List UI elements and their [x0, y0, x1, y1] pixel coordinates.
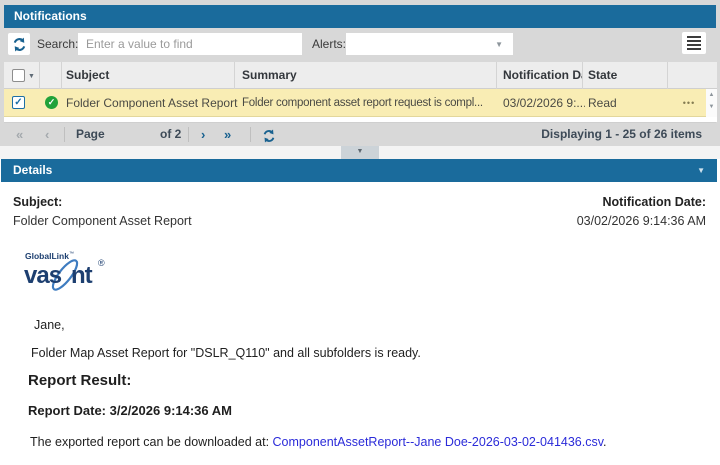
- refresh-button[interactable]: [8, 33, 30, 55]
- splitter-collapse-icon: ▼: [357, 148, 364, 155]
- scroll-up-icon[interactable]: ▲: [706, 92, 717, 98]
- status-column-header[interactable]: [40, 62, 62, 89]
- column-menu-arrow-icon[interactable]: ▼: [28, 63, 35, 89]
- details-panel-header[interactable]: Details ▼: [1, 159, 717, 182]
- vasont-logo: GlobalLink ™ vas nt ®: [22, 244, 122, 300]
- logo-product-left: vas: [24, 262, 62, 289]
- search-input[interactable]: [78, 33, 302, 55]
- refresh-icon: [12, 37, 27, 52]
- download-prefix-text: The exported report can be downloaded at…: [30, 435, 273, 449]
- hamburger-icon: [687, 36, 701, 50]
- message-greeting: Jane,: [34, 318, 65, 332]
- column-header-notification-date[interactable]: Notification Date: [497, 62, 583, 89]
- logo-brand-text: GlobalLink: [25, 251, 69, 261]
- splitter-collapse-handle[interactable]: ▼: [341, 146, 379, 159]
- download-line: The exported report can be downloaded at…: [30, 435, 607, 449]
- search-label: Search:: [37, 33, 78, 55]
- prev-page-button[interactable]: ‹: [45, 123, 49, 147]
- row-notification-date: 03/02/2026 9:...: [503, 89, 585, 117]
- table-row[interactable]: ✓ ✓ Folder Component Asset Report Folder…: [4, 89, 706, 117]
- subject-field-value: Folder Component Asset Report: [13, 214, 192, 228]
- pagination-bar: « ‹ Page of 2 › » Displaying 1 - 25 of 2…: [4, 122, 716, 146]
- refresh-icon: [262, 129, 276, 143]
- alerts-dropdown[interactable]: ▼: [346, 33, 513, 55]
- row-subject: Folder Component Asset Report: [66, 89, 242, 117]
- page-label: Page: [76, 123, 105, 147]
- notifications-title: Notifications: [14, 9, 87, 23]
- column-header-summary[interactable]: Summary: [235, 62, 497, 89]
- next-page-button[interactable]: ›: [201, 123, 205, 147]
- chevron-down-icon: ▼: [495, 40, 503, 49]
- details-title: Details: [13, 163, 52, 177]
- row-summary: Folder component asset report request is…: [242, 89, 505, 117]
- notifications-panel-header: Notifications: [4, 5, 716, 28]
- message-body: Folder Map Asset Report for "DSLR_Q110" …: [31, 346, 421, 360]
- page-count-label: of 2: [160, 123, 181, 147]
- select-all-checkbox[interactable]: [12, 69, 25, 82]
- grid-body: ✓ ✓ Folder Component Asset Report Folder…: [4, 89, 717, 122]
- logo-tm-mark: ™: [69, 251, 74, 257]
- last-page-button[interactable]: »: [224, 123, 231, 147]
- row-checkbox[interactable]: ✓: [12, 96, 25, 109]
- logo-product-right: nt: [71, 262, 93, 289]
- column-header-state[interactable]: State: [583, 62, 668, 89]
- select-all-column-header[interactable]: ▼: [4, 62, 40, 89]
- scroll-down-icon[interactable]: ▼: [706, 104, 717, 110]
- download-suffix-text: .: [603, 435, 606, 449]
- grid-header-row: ▼ Subject Summary Notification Date Stat…: [4, 62, 717, 89]
- grid-scrollbar[interactable]: ▲ ▼: [706, 89, 717, 117]
- details-body: Subject: Folder Component Asset Report N…: [0, 182, 720, 465]
- report-result-heading: Report Result:: [28, 372, 131, 389]
- column-header-actions: [668, 62, 706, 89]
- notification-date-field-value: 03/02/2026 9:14:36 AM: [577, 214, 706, 228]
- displaying-status: Displaying 1 - 25 of 26 items: [541, 123, 702, 147]
- separator: [250, 127, 251, 142]
- row-actions-button[interactable]: •••: [672, 89, 706, 117]
- notifications-screen: Notifications Search: Alerts: ▼ ▼ Subjec…: [0, 0, 720, 465]
- collapse-details-icon[interactable]: ▼: [697, 159, 705, 182]
- column-header-subject[interactable]: Subject: [62, 62, 235, 89]
- first-page-button[interactable]: «: [16, 123, 23, 147]
- grid-menu-button[interactable]: [682, 32, 706, 54]
- separator: [188, 127, 189, 142]
- separator: [64, 127, 65, 142]
- panel-splitter[interactable]: ▼: [0, 146, 720, 159]
- download-report-link[interactable]: ComponentAssetReport--Jane Doe-2026-03-0…: [273, 435, 604, 449]
- logo-registered-mark: ®: [98, 258, 105, 268]
- report-date-line: Report Date: 3/2/2026 9:14:36 AM: [28, 403, 232, 418]
- success-icon: ✓: [45, 96, 58, 109]
- notification-date-field-label: Notification Date:: [603, 195, 706, 209]
- alerts-label: Alerts:: [312, 33, 346, 55]
- subject-field-label: Subject:: [13, 195, 62, 209]
- row-state: Read: [588, 89, 668, 117]
